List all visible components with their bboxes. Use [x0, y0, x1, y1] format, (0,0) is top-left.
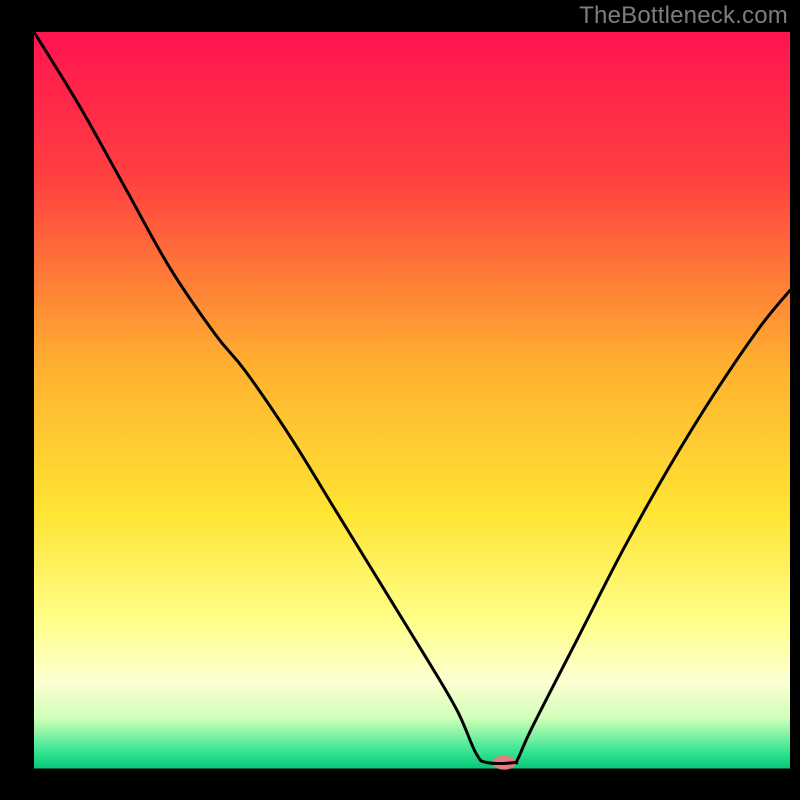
plot-background	[34, 32, 790, 770]
bottleneck-chart	[0, 0, 800, 800]
watermark-text: TheBottleneck.com	[579, 2, 788, 30]
chart-frame: TheBottleneck.com	[0, 0, 800, 800]
